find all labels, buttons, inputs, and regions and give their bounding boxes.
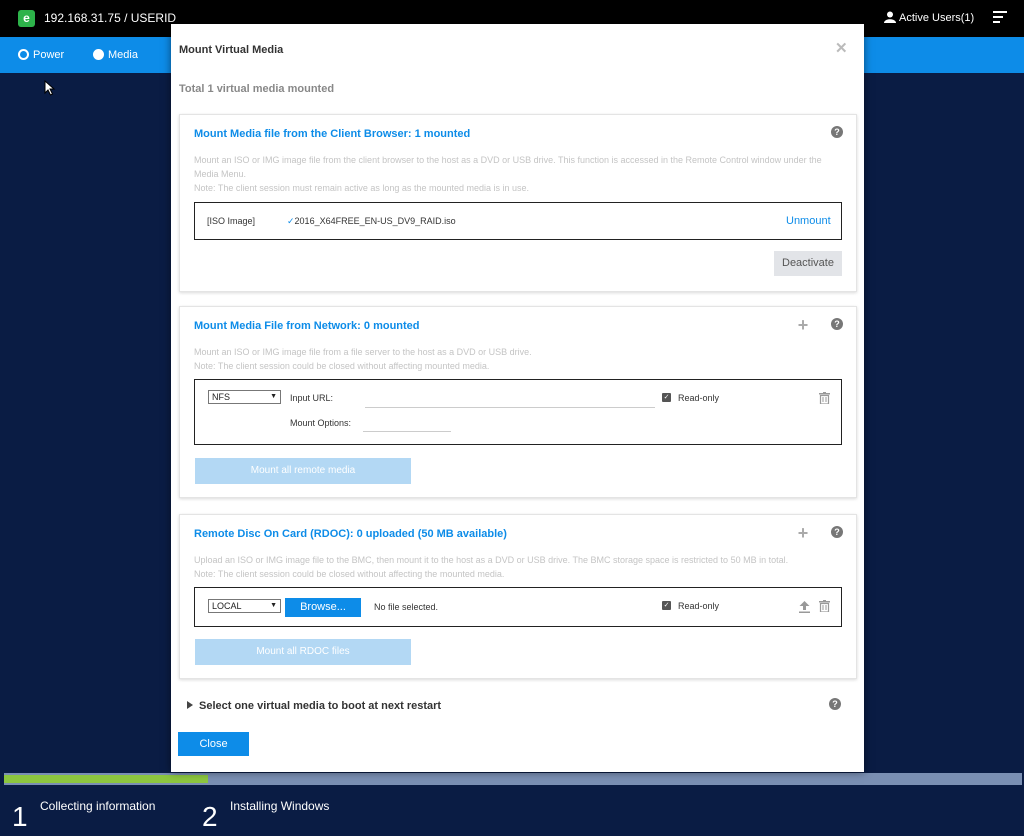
dialog-title: Mount Virtual Media: [179, 44, 284, 56]
network-desc-line2: Note: The client session could be closed…: [194, 361, 490, 371]
dropdown-arrow-icon: ▼: [270, 393, 277, 400]
add-icon[interactable]: +: [797, 316, 809, 334]
client-browser-panel: Mount Media file from the Client Browser…: [179, 114, 857, 292]
mount-virtual-media-dialog: Mount Virtual Media ✕ Total 1 virtual me…: [171, 24, 864, 772]
rdoc-row: LOCAL ▼ Browse... No file selected. ✓ Rea…: [194, 587, 842, 627]
network-media-row: NFS ▼ Input URL: ✓ Read-only Mount Option…: [194, 379, 842, 445]
mounted-media-row: [ISO Image] ✓2016_X64FREE_EN-US_DV9_RAID…: [194, 202, 842, 240]
readonly-checkbox[interactable]: ✓: [662, 393, 671, 402]
client-panel-title: Mount Media file from the Client Browser…: [194, 128, 471, 140]
readonly-label: Read-only: [678, 601, 720, 611]
close-icon[interactable]: ✕: [835, 41, 849, 56]
mouse-cursor-icon: [44, 80, 56, 96]
network-panel-title: Mount Media File from Network: 0 mounted: [194, 320, 420, 332]
network-panel-description: Mount an ISO or IMG image file from a fi…: [194, 345, 844, 373]
help-icon[interactable]: ?: [829, 698, 841, 710]
setup-steps-bar: 1 Collecting information 2 Installing Wi…: [0, 785, 1024, 836]
file-status: No file selected.: [374, 602, 439, 612]
help-icon[interactable]: ?: [831, 318, 843, 330]
trash-icon[interactable]: [819, 600, 830, 612]
active-users-label: Active Users(1): [899, 12, 975, 24]
rdoc-panel-description: Upload an ISO or IMG image file to the B…: [194, 553, 844, 581]
window-title: 192.168.31.75 / USERID: [44, 11, 177, 25]
rdoc-desc-line2: Note: The client session could be closed…: [194, 569, 505, 579]
expand-triangle-icon: [187, 701, 193, 709]
mount-all-rdoc-button[interactable]: Mount all RDOC files: [195, 639, 411, 665]
help-icon[interactable]: ?: [831, 526, 843, 538]
add-icon[interactable]: +: [797, 524, 809, 542]
protocol-select-value: NFS: [212, 392, 230, 402]
dropdown-arrow-icon: ▼: [270, 602, 277, 609]
rdoc-desc-line1: Upload an ISO or IMG image file to the B…: [194, 555, 789, 565]
media-icon: [93, 49, 104, 60]
boot-selection-label: Select one virtual media to boot at next…: [199, 700, 442, 712]
rdoc-panel-title: Remote Disc On Card (RDOC): 0 uploaded (…: [194, 528, 507, 540]
rdoc-panel: Remote Disc On Card (RDOC): 0 uploaded (…: [179, 514, 857, 679]
active-users-button[interactable]: Active Users(1): [884, 11, 974, 24]
trash-icon[interactable]: [819, 392, 830, 404]
setup-progress-bar: [4, 773, 1022, 785]
readonly-label: Read-only: [678, 393, 720, 403]
boot-selection-toggle[interactable]: Select one virtual media to boot at next…: [187, 700, 441, 712]
help-icon[interactable]: ?: [831, 126, 843, 138]
input-url-label: Input URL:: [290, 393, 334, 403]
browse-button[interactable]: Browse...: [285, 598, 361, 617]
nav-item-power[interactable]: Power: [18, 49, 64, 61]
mount-options-label: Mount Options:: [290, 418, 352, 428]
network-media-panel: Mount Media File from Network: 0 mounted…: [179, 306, 857, 498]
mounted-file: ✓2016_X64FREE_EN-US_DV9_RAID.iso: [287, 216, 456, 227]
check-icon: ✓: [287, 216, 295, 226]
nav-item-power-label: Power: [33, 49, 65, 61]
close-button[interactable]: Close: [178, 732, 249, 756]
step-number: 1: [12, 801, 28, 832]
client-desc-line1: Mount an ISO or IMG image file from the …: [194, 155, 822, 179]
step-number: 2: [202, 801, 218, 832]
app-logo-icon: e: [18, 10, 35, 27]
readonly-checkbox[interactable]: ✓: [662, 601, 671, 610]
unmount-link[interactable]: Unmount: [786, 215, 831, 227]
power-icon: [18, 49, 29, 60]
upload-icon[interactable]: [799, 601, 810, 613]
nav-item-media-label: Media: [108, 49, 138, 61]
media-type-label: [ISO Image]: [207, 216, 256, 226]
client-desc-line2: Note: The client session must remain act…: [194, 183, 530, 193]
hamburger-menu-icon[interactable]: [993, 11, 1007, 23]
mount-all-remote-button[interactable]: Mount all remote media: [195, 458, 411, 484]
mounted-file-name: 2016_X64FREE_EN-US_DV9_RAID.iso: [294, 216, 456, 226]
mounted-summary: Total 1 virtual media mounted: [179, 83, 335, 95]
source-select-value: LOCAL: [212, 601, 242, 611]
setup-progress-fill: [4, 775, 208, 783]
mount-options-field[interactable]: [363, 420, 451, 432]
network-desc-line1: Mount an ISO or IMG image file from a fi…: [194, 347, 532, 357]
step-label: Collecting information: [40, 799, 156, 813]
protocol-select[interactable]: NFS ▼: [208, 390, 281, 404]
step-label: Installing Windows: [230, 799, 330, 813]
user-icon: [884, 11, 896, 23]
nav-item-media[interactable]: Media: [93, 49, 138, 61]
input-url-field[interactable]: [365, 396, 655, 408]
deactivate-button[interactable]: Deactivate: [774, 251, 842, 276]
client-panel-description: Mount an ISO or IMG image file from the …: [194, 153, 844, 195]
source-select[interactable]: LOCAL ▼: [208, 599, 281, 613]
